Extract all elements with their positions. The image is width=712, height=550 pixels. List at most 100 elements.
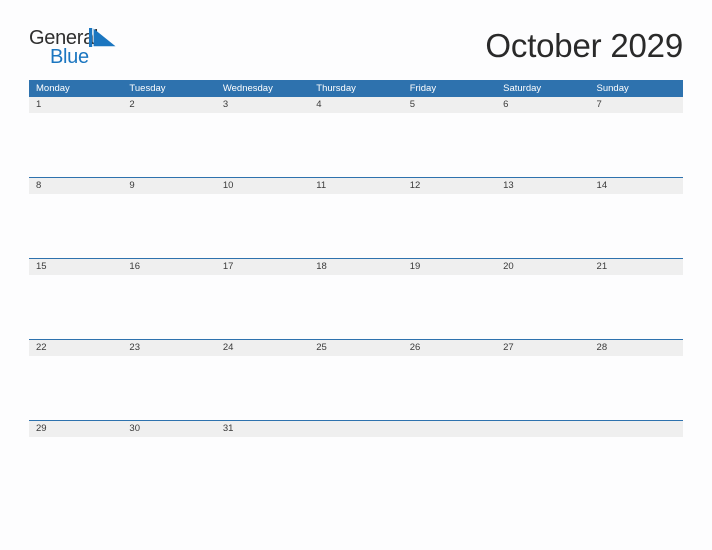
day-cell[interactable]: 12: [402, 178, 497, 258]
day-cell[interactable]: 6: [496, 97, 590, 177]
day-number: 6: [503, 99, 509, 110]
day-events-area[interactable]: [309, 113, 403, 177]
day-events-area[interactable]: [122, 113, 216, 177]
day-cell[interactable]: 17: [215, 259, 310, 339]
day-number: 4: [316, 99, 322, 110]
day-events-area: [402, 437, 497, 501]
day-events-area[interactable]: [215, 356, 310, 420]
day-events-area[interactable]: [29, 437, 123, 501]
day-events-area[interactable]: [215, 194, 310, 258]
day-events-area[interactable]: [29, 113, 123, 177]
day-events-area: [496, 437, 590, 501]
day-events-area[interactable]: [122, 437, 216, 501]
day-cell[interactable]: 18: [309, 259, 403, 339]
day-number: 18: [316, 261, 327, 272]
day-cell[interactable]: 21: [589, 259, 683, 339]
day-events-area[interactable]: [589, 275, 683, 339]
day-cell[interactable]: 19: [402, 259, 497, 339]
day-cell[interactable]: 28: [589, 340, 683, 420]
day-events-area[interactable]: [589, 194, 683, 258]
day-events-area[interactable]: [29, 275, 123, 339]
weekday-header-row: Monday Tuesday Wednesday Thursday Friday…: [29, 80, 683, 97]
day-events-area[interactable]: [589, 113, 683, 177]
day-number: 12: [409, 180, 421, 191]
day-number: 26: [409, 342, 421, 353]
day-events-area[interactable]: [496, 113, 590, 177]
day-cell[interactable]: 22: [29, 340, 123, 420]
day-events-area[interactable]: [215, 113, 310, 177]
day-events-area[interactable]: [29, 194, 123, 258]
weekday-header-tuesday: Tuesday: [129, 83, 166, 94]
day-events-area[interactable]: [309, 356, 403, 420]
day-cell[interactable]: 14: [589, 178, 683, 258]
day-cell[interactable]: 13: [496, 178, 590, 258]
day-cell[interactable]: 15: [29, 259, 123, 339]
day-events-area[interactable]: [215, 275, 310, 339]
day-cell[interactable]: 7: [589, 97, 683, 177]
day-number: 15: [36, 261, 47, 272]
day-number: 3: [222, 99, 229, 110]
day-events-area[interactable]: [402, 275, 497, 339]
logo-text-blue: Blue: [50, 46, 89, 68]
calendar-page: General Blue October 2029 Monday Tuesday…: [0, 0, 712, 550]
day-cell[interactable]: 29: [29, 421, 123, 501]
day-cell[interactable]: 11: [309, 178, 403, 258]
day-events-area[interactable]: [496, 275, 590, 339]
day-number: 11: [316, 180, 327, 191]
day-number: 23: [129, 342, 140, 353]
day-cell[interactable]: 8: [29, 178, 123, 258]
day-events-area[interactable]: [496, 194, 590, 258]
day-cell[interactable]: 30: [122, 421, 216, 501]
day-events-area[interactable]: [589, 356, 683, 420]
day-events-area[interactable]: [122, 356, 216, 420]
day-events-area[interactable]: [122, 275, 216, 339]
day-cell[interactable]: 3: [215, 97, 310, 177]
day-number: 9: [129, 180, 135, 191]
day-cell[interactable]: 10: [215, 178, 310, 258]
day-number: 14: [596, 180, 608, 191]
day-cell-empty: [402, 421, 497, 501]
day-cell[interactable]: 16: [122, 259, 216, 339]
day-number: 13: [503, 180, 514, 191]
day-number: 31: [222, 423, 234, 434]
day-cell[interactable]: 5: [402, 97, 497, 177]
day-cell[interactable]: 1: [29, 97, 123, 177]
general-blue-logo[interactable]: General Blue: [29, 26, 129, 72]
calendar-week-row: 29 30 31: [29, 420, 683, 501]
day-number: 1: [36, 99, 42, 110]
day-number: 5: [409, 99, 415, 110]
day-cell[interactable]: 9: [122, 178, 216, 258]
day-events-area[interactable]: [309, 275, 403, 339]
day-cell[interactable]: 31: [215, 421, 310, 501]
day-events-area[interactable]: [309, 194, 403, 258]
day-cell-empty: [309, 421, 403, 501]
day-cell[interactable]: 23: [122, 340, 216, 420]
day-number: 25: [316, 342, 327, 353]
day-events-area[interactable]: [122, 194, 216, 258]
day-cell-empty: [589, 421, 683, 501]
day-events-area[interactable]: [402, 356, 497, 420]
day-events-area[interactable]: [402, 194, 497, 258]
day-cell[interactable]: 25: [309, 340, 403, 420]
calendar-grid: Monday Tuesday Wednesday Thursday Friday…: [29, 80, 683, 501]
day-events-area[interactable]: [402, 113, 497, 177]
calendar-week-row: 15 16 17 18 19 20 21: [29, 258, 683, 339]
day-cell[interactable]: 24: [215, 340, 310, 420]
calendar-week-row: 22 23 24 25 26 27 28: [29, 339, 683, 420]
day-cell[interactable]: 4: [309, 97, 403, 177]
day-cell-empty: [496, 421, 590, 501]
day-cell[interactable]: 26: [402, 340, 497, 420]
day-events-area[interactable]: [29, 356, 123, 420]
calendar-week-row: 1 2 3 4 5 6 7: [29, 97, 683, 177]
day-cell[interactable]: 20: [496, 259, 590, 339]
weekday-header-monday: Monday: [36, 83, 70, 94]
day-cell[interactable]: 2: [122, 97, 216, 177]
day-events-area[interactable]: [215, 437, 310, 501]
day-cell[interactable]: 27: [496, 340, 590, 420]
page-title: October 2029: [485, 27, 683, 64]
blue-flag-icon: [89, 28, 116, 47]
day-number: 28: [596, 342, 608, 353]
day-events-area[interactable]: [496, 356, 590, 420]
weekday-header-sunday: Sunday: [596, 83, 629, 94]
day-number: 27: [503, 342, 514, 353]
